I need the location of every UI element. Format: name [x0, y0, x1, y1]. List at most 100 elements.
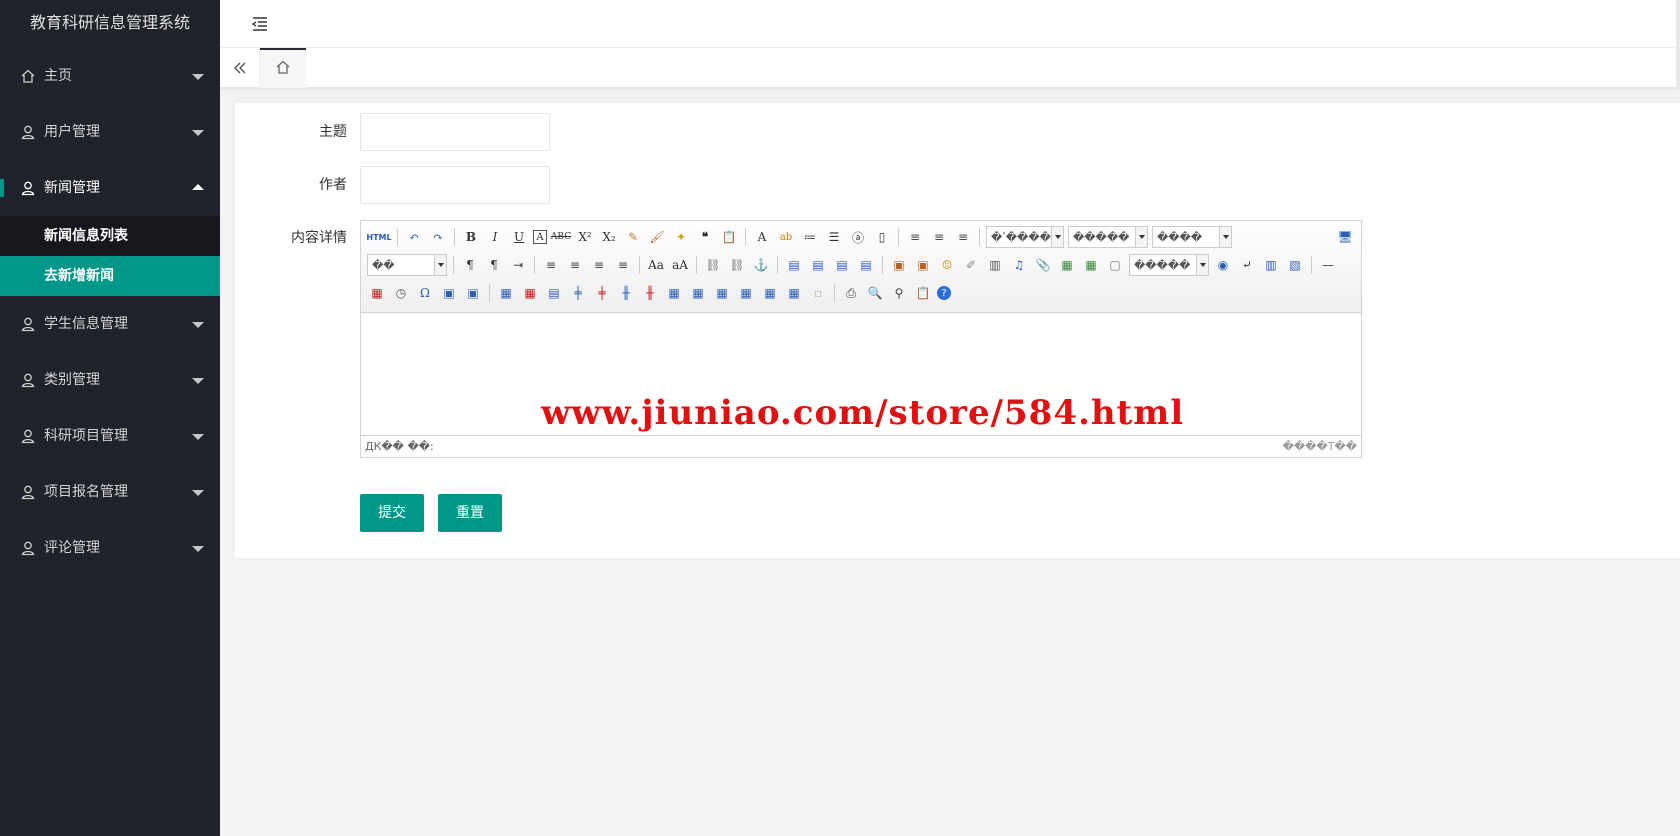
rtl-icon[interactable]: ¶ [484, 255, 504, 275]
emotion-icon[interactable]: ☺ [937, 255, 957, 275]
line-height-icon[interactable]: ≡ [953, 227, 973, 247]
uppercase-icon[interactable]: Aa [646, 255, 666, 275]
image-center-icon[interactable]: ▤ [856, 255, 876, 275]
template-icon[interactable]: ▥ [1261, 255, 1281, 275]
link-icon[interactable]: ⛓ [703, 255, 723, 275]
lowercase-icon[interactable]: aA [670, 255, 690, 275]
sidebar-item-students[interactable]: 学生信息管理 [0, 296, 220, 352]
delete-row-icon[interactable]: ╪ [592, 283, 612, 303]
menu-shrink-icon[interactable] [250, 14, 270, 34]
insert-image-icon[interactable]: ▣ [913, 255, 933, 275]
submit-button[interactable]: 提交 [360, 494, 424, 532]
horizontal-rule-icon[interactable]: — [1318, 255, 1338, 275]
unlink-icon[interactable]: ⛓ [727, 255, 747, 275]
time-icon[interactable]: ◷ [391, 283, 411, 303]
delete-table-icon[interactable]: ▦ [520, 283, 540, 303]
redo-icon[interactable]: ↷ [428, 227, 448, 247]
sidebar-item-comments[interactable]: 评论管理 [0, 520, 220, 576]
delete-col-icon[interactable]: ╫ [640, 283, 660, 303]
merge-cells-icon[interactable]: ▦ [664, 283, 684, 303]
sidebar-item-news[interactable]: 新闻管理 [0, 160, 220, 216]
font-border-icon[interactable]: A [533, 230, 547, 244]
date-icon[interactable]: ▦ [367, 283, 387, 303]
simple-upload-icon[interactable]: ▣ [889, 255, 909, 275]
reset-button[interactable]: 重置 [438, 494, 502, 532]
sidebar-subitem-news-list[interactable]: 新闻信息列表 [0, 216, 220, 256]
align-left-icon[interactable]: ≡ [541, 255, 561, 275]
image-left-icon[interactable]: ▤ [808, 255, 828, 275]
charts-icon[interactable]: ▫ [808, 283, 828, 303]
map-icon[interactable]: ▦ [1057, 255, 1077, 275]
font-size-select[interactable]: ����� [1068, 226, 1148, 248]
align-right-icon[interactable]: ≡ [589, 255, 609, 275]
insert-table-icon[interactable]: ▦ [496, 283, 516, 303]
sidebar-item-research-projects[interactable]: 科研项目管理 [0, 408, 220, 464]
split-to-cells-icon[interactable]: ▦ [736, 283, 756, 303]
wordimage-icon[interactable]: ▣ [439, 283, 459, 303]
split-to-rows-icon[interactable]: ▦ [760, 283, 780, 303]
align-justify-icon[interactable]: ≡ [613, 255, 633, 275]
indent-icon[interactable]: ⇥ [508, 255, 528, 275]
sidebar-subitem-add-news[interactable]: 去新增新闻 [0, 256, 220, 296]
double-chevron-left-icon[interactable] [220, 48, 260, 88]
background-icon[interactable]: ▧ [1285, 255, 1305, 275]
custom-select[interactable]: ����� [1129, 254, 1209, 276]
ltr-icon[interactable]: ¶ [460, 255, 480, 275]
page-break-icon[interactable]: ⤶ [1237, 255, 1257, 275]
blockquote-icon[interactable]: ❝ [695, 227, 715, 247]
select-all-icon[interactable]: ⓐ [848, 227, 868, 247]
sidebar-item-categories[interactable]: 类别管理 [0, 352, 220, 408]
paragraph-select[interactable]: ���� [1152, 226, 1232, 248]
help-icon[interactable]: ? [937, 286, 951, 300]
draft-icon[interactable]: 📋 [913, 283, 933, 303]
editor-content-area[interactable]: www.jiuniao.com/store/584.html [361, 313, 1361, 433]
font-family-select[interactable]: �ʽ���� [986, 226, 1064, 248]
paste-text-icon[interactable]: 📋 [719, 227, 739, 247]
music-icon[interactable]: ♫ [1009, 255, 1029, 275]
anchor-icon[interactable]: ⚓ [751, 255, 771, 275]
format-brush-icon[interactable]: 🖌 [647, 227, 667, 247]
underline-icon[interactable]: U [509, 227, 529, 247]
google-map-icon[interactable]: ▦ [1081, 255, 1101, 275]
eraser-icon[interactable]: ✎ [623, 227, 643, 247]
align-center-icon[interactable]: ≡ [565, 255, 585, 275]
sidebar-item-home[interactable]: 主页 [0, 48, 220, 104]
font-color-icon[interactable]: A [752, 227, 772, 247]
bold-icon[interactable]: B [461, 227, 481, 247]
insert-col-icon[interactable]: ╫ [616, 283, 636, 303]
highlight-color-icon[interactable]: ab [776, 227, 796, 247]
attachment-icon[interactable]: 📎 [1033, 255, 1053, 275]
style-select[interactable]: �� [367, 254, 447, 276]
search-replace-icon[interactable]: ⚲ [889, 283, 909, 303]
unordered-list-icon[interactable]: ☰ [824, 227, 844, 247]
special-chars-icon[interactable]: Ω [415, 283, 435, 303]
tab-home[interactable] [260, 48, 306, 88]
scrollbar[interactable] [1676, 0, 1680, 88]
merge-down-icon[interactable]: ▦ [712, 283, 732, 303]
sidebar-item-users[interactable]: 用户管理 [0, 104, 220, 160]
image-none-icon[interactable]: ▤ [784, 255, 804, 275]
paragraph-before-table-icon[interactable]: ▤ [544, 283, 564, 303]
clear-doc-icon[interactable]: ▯ [872, 227, 892, 247]
superscript-icon[interactable]: X² [575, 227, 595, 247]
scrawl-icon[interactable]: ✐ [961, 255, 981, 275]
row-spacing-bottom-icon[interactable]: ≡ [929, 227, 949, 247]
preview-icon[interactable]: 🔍 [865, 283, 885, 303]
insert-video-icon[interactable]: ▥ [985, 255, 1005, 275]
snapscreen-icon[interactable]: ▣ [463, 283, 483, 303]
subscript-icon[interactable]: X₂ [599, 227, 619, 247]
ordered-list-icon[interactable]: ≔ [800, 227, 820, 247]
print-icon[interactable]: ⎙ [841, 283, 861, 303]
sidebar-item-project-signup[interactable]: 项目报名管理 [0, 464, 220, 520]
merge-right-icon[interactable]: ▦ [688, 283, 708, 303]
html-source-button[interactable]: HTML [366, 227, 391, 247]
row-spacing-top-icon[interactable]: ≡ [905, 227, 925, 247]
italic-icon[interactable]: I [485, 227, 505, 247]
split-to-cols-icon[interactable]: ▦ [784, 283, 804, 303]
insert-frame-icon[interactable]: ▢ [1105, 255, 1125, 275]
auto-format-icon[interactable]: ✦ [671, 227, 691, 247]
image-right-icon[interactable]: ▤ [832, 255, 852, 275]
web-icon[interactable]: ◉ [1213, 255, 1233, 275]
subject-input[interactable] [360, 113, 550, 151]
insert-row-icon[interactable]: ╪ [568, 283, 588, 303]
